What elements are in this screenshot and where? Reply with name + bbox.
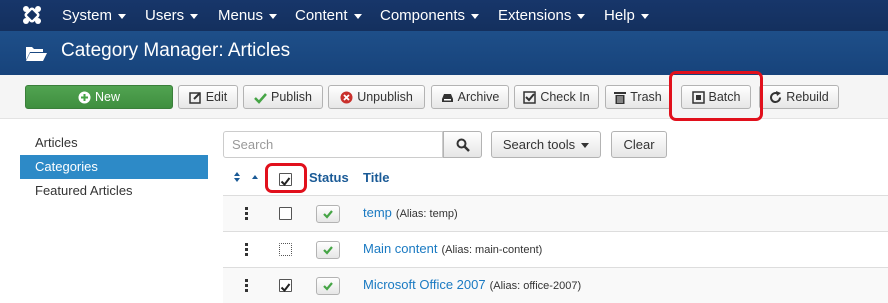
search-tools-label: Search tools [502,137,576,152]
checkbox-icon [523,91,537,104]
sort-ordering-icon[interactable] [232,171,260,183]
unpublish-button[interactable]: Unpublish [328,85,425,109]
category-alias: (Alias: main-content) [441,244,543,256]
menu-menus[interactable]: Menus [218,0,278,31]
menu-label: Help [604,7,635,24]
table-row: Microsoft Office 2007 (Alias: office-2007… [223,267,888,303]
category-title-link[interactable]: temp (Alias: temp) [363,205,458,220]
page-title: Category Manager: Articles [61,40,291,61]
caret-down-icon [471,13,480,19]
row-checkbox[interactable] [279,207,292,220]
category-title[interactable]: Main content [363,241,437,256]
caret-down-icon [269,13,278,19]
checkmark-icon [280,283,291,293]
sidebar-item-articles[interactable]: Articles [20,131,208,155]
search-input[interactable]: Search [223,131,443,158]
archive-label: Archive [457,90,500,104]
menu-system[interactable]: System [62,0,127,31]
published-status-button[interactable] [316,277,340,295]
trash-icon [614,92,627,104]
caret-down-icon [640,13,649,19]
page-header: Category Manager: Articles [0,31,888,75]
rebuild-button[interactable]: Rebuild [759,85,839,109]
menu-label: Menus [218,7,264,24]
category-title-link[interactable]: Main content (Alias: main-content) [363,241,542,256]
category-alias: (Alias: temp) [395,208,458,220]
row-checkbox[interactable] [279,243,292,256]
category-title[interactable]: temp [363,205,392,220]
publish-button[interactable]: Publish [243,85,323,109]
row-checkbox[interactable] [279,279,292,293]
category-alias: (Alias: office-2007) [489,280,582,292]
search-icon [456,138,470,152]
drag-handle-icon[interactable] [245,207,249,220]
checkin-label: Check In [540,90,590,104]
caret-down-icon [577,13,586,19]
menu-help[interactable]: Help [604,0,649,31]
search-button[interactable] [443,131,482,158]
top-menu-bar: System Users Menus Content Components Ex… [0,0,888,31]
check-icon [323,282,333,291]
edit-label: Edit [205,90,228,104]
trash-button[interactable]: Trash [605,85,671,109]
clear-button[interactable]: Clear [611,131,667,158]
column-header-status[interactable]: Status [309,162,349,194]
plus-circle-icon [78,91,91,104]
menu-users[interactable]: Users [145,0,199,31]
category-title-link[interactable]: Microsoft Office 2007 (Alias: office-2007… [363,277,581,292]
new-button[interactable]: New [25,85,173,109]
sidebar-item-featured-articles[interactable]: Featured Articles [20,179,208,203]
published-status-button[interactable] [316,205,340,223]
menu-content[interactable]: Content [295,0,362,31]
category-title[interactable]: Microsoft Office 2007 [363,277,486,292]
sidebar-item-categories[interactable]: Categories [20,155,208,179]
column-header-title[interactable]: Title [363,162,390,194]
drag-handle-icon[interactable] [245,243,249,256]
edit-button[interactable]: Edit [178,85,238,109]
caret-down-icon [118,13,127,19]
publish-label: Publish [271,90,312,104]
menu-components[interactable]: Components [380,0,480,31]
search-tools-button[interactable]: Search tools [491,131,601,158]
trash-label: Trash [630,90,662,104]
folder-open-icon [26,47,47,61]
menu-label: Content [295,7,348,24]
menu-label: Components [380,7,466,24]
menu-label: Users [145,7,185,24]
refresh-icon [770,91,782,104]
unpublish-circle-icon [340,91,353,104]
select-all-highlight-annotation [265,163,307,193]
caret-down-icon [353,13,362,19]
joomla-logo-icon[interactable] [22,5,42,25]
caret-down-icon [190,13,199,19]
menu-label: System [62,7,113,24]
check-icon [323,246,333,255]
menu-extensions[interactable]: Extensions [498,0,586,31]
batch-highlight-annotation [669,71,763,121]
drag-handle-icon[interactable] [245,279,249,292]
rebuild-label: Rebuild [786,90,829,104]
checkin-button[interactable]: Check In [514,85,599,109]
menu-label: Extensions [498,7,572,24]
table-row: Main content (Alias: main-content) [223,231,888,267]
check-icon [323,210,333,219]
table-row: temp (Alias: temp) [223,195,888,231]
published-status-button[interactable] [316,241,340,259]
archive-icon [441,94,453,102]
caret-down-icon [581,143,590,149]
unpublish-label: Unpublish [357,90,413,104]
archive-button[interactable]: Archive [431,85,509,109]
edit-icon [188,92,201,104]
new-label: New [94,90,120,104]
check-icon [254,93,267,104]
